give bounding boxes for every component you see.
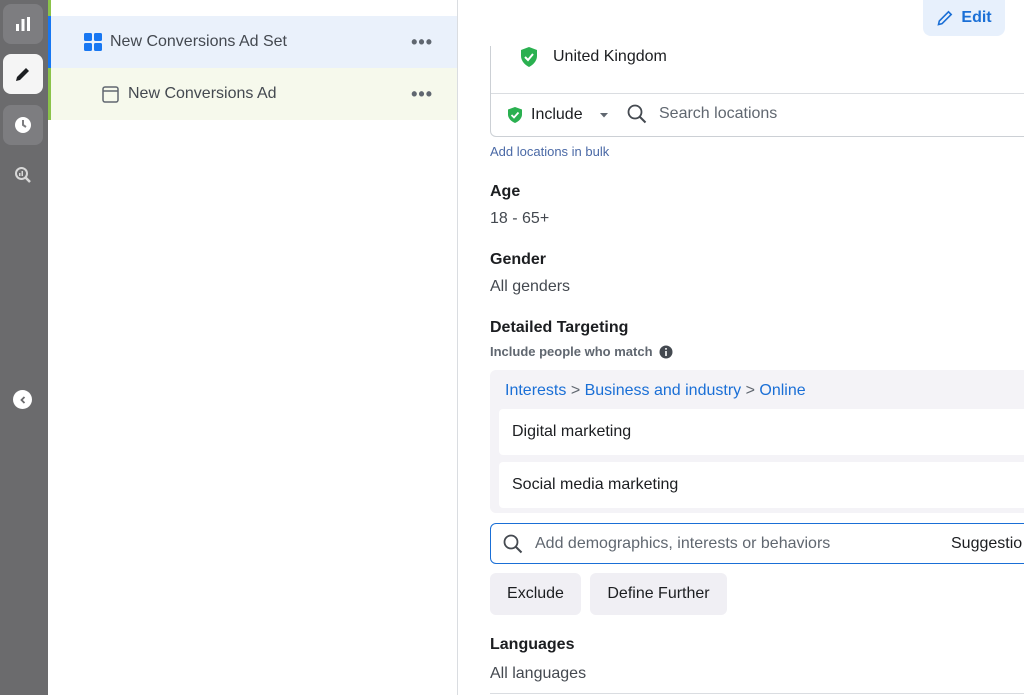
search-icon (627, 104, 647, 124)
exclude-button[interactable]: Exclude (490, 573, 581, 615)
ad-frame-icon (102, 85, 119, 103)
caret-down-icon (599, 113, 608, 118)
collapse-button[interactable] (13, 390, 32, 409)
pencil-outline-icon (937, 10, 953, 26)
clock-icon (15, 117, 31, 133)
zoom-chart-icon (15, 167, 31, 183)
define-further-label: Define Further (607, 585, 710, 602)
inspect-button[interactable] (3, 155, 43, 195)
adset-more-button[interactable]: ••• (411, 32, 433, 53)
edit-mode-button[interactable] (3, 54, 43, 94)
location-search-placeholder: Search locations (659, 105, 778, 122)
targeting-search-input[interactable]: Add demographics, interests or behaviors… (490, 523, 1024, 564)
interest-item-label: Social media marketing (512, 476, 679, 493)
interest-item-label: Digital marketing (512, 423, 632, 440)
edit-label: Edit (961, 9, 992, 26)
location-country: United Kingdom (553, 48, 667, 65)
tree-item-adset[interactable]: New Conversions Ad Set ••• (48, 16, 457, 68)
adset-grid-icon (84, 33, 102, 51)
age-value: 18 - 65+ (490, 210, 550, 227)
include-dropdown[interactable]: Include (507, 106, 611, 124)
gender-value: All genders (490, 278, 571, 295)
shield-check-icon (521, 47, 537, 67)
crumb-online[interactable]: Online (759, 382, 805, 399)
divider (490, 693, 1024, 694)
bar-chart-icon (16, 17, 30, 31)
detailed-targeting-heading: Detailed Targeting (490, 319, 629, 336)
chevron-left-icon (19, 395, 25, 404)
divider (491, 93, 1024, 94)
interest-item[interactable]: Digital marketing (499, 409, 1024, 455)
ad-more-button[interactable]: ••• (411, 84, 433, 105)
languages-heading: Languages (490, 636, 575, 653)
insights-button[interactable] (3, 4, 43, 44)
shield-check-icon (508, 107, 522, 123)
adset-label: New Conversions Ad Set (110, 33, 287, 50)
define-further-button[interactable]: Define Further (590, 573, 727, 615)
crumb-interests[interactable]: Interests (505, 382, 566, 399)
left-rail (0, 0, 48, 695)
campaign-tree: New Conversions Ad Set ••• New Conversio… (48, 0, 458, 695)
content-topbar: Edit (458, 0, 1024, 46)
interests-group: Interests > Business and industry > Onli… (490, 370, 1024, 513)
age-heading: Age (490, 183, 521, 200)
info-icon[interactable] (659, 345, 673, 359)
ad-set-editor: United Kingdom Include Search locations (458, 0, 1024, 695)
location-item: United Kingdom (519, 46, 667, 68)
crumb-business-industry[interactable]: Business and industry (585, 382, 742, 399)
interest-item[interactable]: Social media marketing (499, 462, 1024, 508)
suggestions-button[interactable]: Suggestio (951, 535, 1022, 553)
add-locations-bulk-link[interactable]: Add locations in bulk (490, 144, 609, 159)
ad-label: New Conversions Ad (128, 85, 277, 102)
search-icon (503, 534, 523, 553)
exclude-label: Exclude (507, 585, 564, 602)
location-search-input[interactable]: Search locations (627, 104, 777, 124)
include-label: Include (531, 106, 583, 123)
pencil-icon (16, 68, 29, 81)
gender-heading: Gender (490, 251, 547, 268)
include-match-label: Include people who match (490, 344, 673, 359)
targeting-search-placeholder: Add demographics, interests or behaviors (535, 534, 831, 552)
locations-box: United Kingdom Include Search locations (490, 34, 1024, 137)
edit-button[interactable]: Edit (923, 0, 1005, 36)
interests-breadcrumb: Interests > Business and industry > Onli… (505, 382, 806, 400)
crumb-separator: > (570, 382, 581, 399)
include-match-text: Include people who match (490, 344, 653, 359)
crumb-separator: > (745, 382, 755, 399)
languages-value: All languages (490, 665, 587, 682)
tree-item-ad[interactable]: New Conversions Ad ••• (48, 68, 457, 120)
history-button[interactable] (3, 105, 43, 145)
